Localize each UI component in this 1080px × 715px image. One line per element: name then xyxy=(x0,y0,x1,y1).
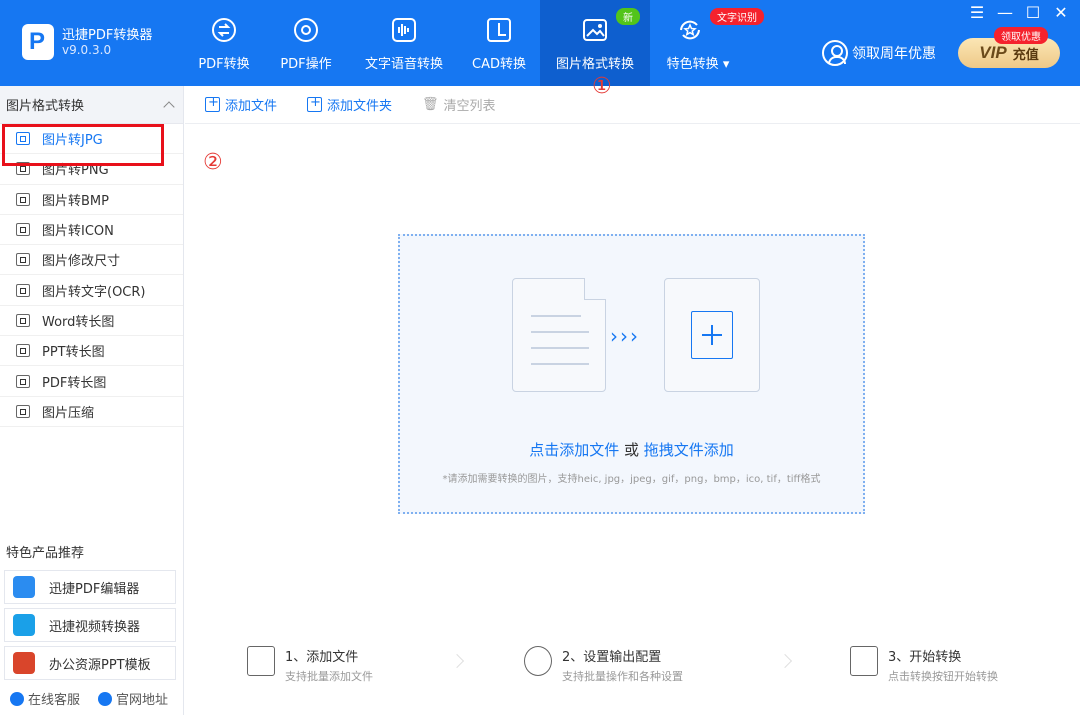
website-link[interactable]: 官网地址 xyxy=(98,689,168,708)
nav-pdf-convert[interactable]: PDF转换 xyxy=(188,0,260,86)
arrows-icon: ››› xyxy=(610,324,640,348)
sidebar-item-image-to-png[interactable]: 图片转PNG xyxy=(0,154,183,185)
nav-cad[interactable]: CAD转换 xyxy=(462,0,536,86)
clear-list-button[interactable]: 🗑 清空列表 xyxy=(422,95,496,114)
star-refresh-icon xyxy=(850,646,878,676)
toolbar: 添加文件 添加文件夹 🗑清空列表 xyxy=(185,86,1080,124)
audio-wave-icon xyxy=(392,18,416,42)
user-icon xyxy=(822,40,848,66)
menu-icon[interactable]: ☰ xyxy=(968,4,986,22)
sidebar-item-image-ocr[interactable]: 图片转文字(OCR) xyxy=(0,275,183,306)
add-file-icon xyxy=(247,646,275,676)
cad-icon xyxy=(487,18,511,42)
gear-circle-icon xyxy=(294,18,318,42)
online-support-link[interactable]: 在线客服 xyxy=(10,689,80,708)
add-plus-icon xyxy=(664,278,760,392)
convert-icon xyxy=(212,18,236,42)
drag-add-link[interactable]: 拖拽文件添加 xyxy=(644,441,734,459)
file-drop-zone[interactable]: ››› 点击添加文件 或 拖拽文件添加 *请添加需要转换的图片，支持heic, … xyxy=(398,234,865,514)
close-button[interactable]: ✕ xyxy=(1052,4,1070,22)
word-file-icon xyxy=(16,313,30,327)
sidebar-item-image-to-icon[interactable]: 图片转ICON xyxy=(0,215,183,246)
video-converter-icon xyxy=(13,614,35,636)
picture-icon xyxy=(16,374,30,388)
add-file-button[interactable]: 添加文件 xyxy=(205,95,277,114)
new-badge: 新 xyxy=(616,8,640,25)
gear-icon xyxy=(524,646,552,676)
add-file-icon xyxy=(205,95,220,112)
app-version: v9.0.3.0 xyxy=(62,43,112,57)
supported-formats-hint: *请添加需要转换的图片，支持heic, jpg，jpeg，gif，png，bmp… xyxy=(442,474,821,485)
chevron-right-icon xyxy=(449,653,465,669)
app-name: 迅捷PDF转换器 xyxy=(62,28,153,43)
add-folder-button[interactable]: 添加文件夹 xyxy=(307,95,392,114)
star-refresh-icon xyxy=(680,20,700,40)
image-file-icon xyxy=(16,192,30,206)
sidebar-item-word-long-image[interactable]: Word转长图 xyxy=(0,306,183,337)
step-add-file: 1、添加文件 支持批量添加文件 xyxy=(247,646,373,684)
browser-icon xyxy=(98,691,113,706)
nav-text-voice[interactable]: 文字语音转换 xyxy=(358,0,450,86)
image-icon xyxy=(583,19,607,41)
picture-icon xyxy=(16,253,30,267)
recommend-title: 特色产品推荐 xyxy=(6,546,85,561)
sidebar-item-image-to-jpg[interactable]: 图片转JPG xyxy=(0,124,183,155)
app-window: P 迅捷PDF转换器 v9.0.3.0 PDF转换 PDF操作 文字语音转换 C… xyxy=(0,0,1080,715)
ppt-file-icon xyxy=(16,344,30,358)
recommend-ppt-template[interactable]: 办公资源PPT模板 xyxy=(4,646,176,680)
recommend-pdf-editor[interactable]: 迅捷PDF编辑器 xyxy=(4,570,176,604)
sidebar-item-image-compress[interactable]: 图片压缩 xyxy=(0,397,183,427)
text-icon xyxy=(16,283,30,297)
app-logo: P xyxy=(22,24,54,60)
chevron-up-icon xyxy=(163,100,175,113)
add-folder-icon xyxy=(307,95,323,112)
click-add-link[interactable]: 点击添加文件 xyxy=(529,441,619,459)
ppt-template-icon xyxy=(13,652,35,674)
sidebar-item-pdf-long-image[interactable]: PDF转长图 xyxy=(0,366,183,397)
ocr-badge: 文字识别 xyxy=(710,8,764,25)
sidebar-item-ppt-long-image[interactable]: PPT转长图 xyxy=(0,336,183,367)
annotation-marker-2: ② xyxy=(203,150,223,175)
step-output-settings: 2、设置输出配置 支持批量操作和各种设置 xyxy=(524,646,683,684)
support-icon xyxy=(10,691,24,706)
maximize-button[interactable]: ☐ xyxy=(1024,4,1042,22)
chevron-down-icon: ▾ xyxy=(722,57,730,72)
nav-pdf-ops[interactable]: PDF操作 xyxy=(270,0,342,86)
image-file-icon xyxy=(16,132,30,146)
image-file-icon xyxy=(16,162,30,176)
step-start-convert: 3、开始转换 点击转换按钮开始转换 xyxy=(850,646,998,684)
chevron-right-icon xyxy=(777,653,793,669)
top-bar: P 迅捷PDF转换器 v9.0.3.0 PDF转换 PDF操作 文字语音转换 C… xyxy=(0,0,1080,99)
trash-icon: 🗑 xyxy=(422,97,439,112)
sidebar-footer: 在线客服 官网地址 xyxy=(10,689,168,708)
minimize-button[interactable]: — xyxy=(996,4,1014,22)
promo-link[interactable]: 领取周年优惠 xyxy=(822,40,936,66)
recommend-video-converter[interactable]: 迅捷视频转换器 xyxy=(4,608,176,642)
sidebar: 图片格式转换 图片转JPG 图片转PNG 图片转BMP 图片转ICON 图片修改… xyxy=(0,86,184,715)
sidebar-section-header[interactable]: 图片格式转换 xyxy=(0,86,183,124)
sidebar-item-image-to-bmp[interactable]: 图片转BMP xyxy=(0,185,183,215)
document-icon xyxy=(512,278,606,392)
vip-promo-badge: 领取优惠 xyxy=(994,27,1048,44)
compress-icon xyxy=(16,404,30,418)
pdf-editor-icon xyxy=(13,576,35,598)
image-file-icon xyxy=(16,223,30,237)
sidebar-item-image-resize[interactable]: 图片修改尺寸 xyxy=(0,245,183,276)
